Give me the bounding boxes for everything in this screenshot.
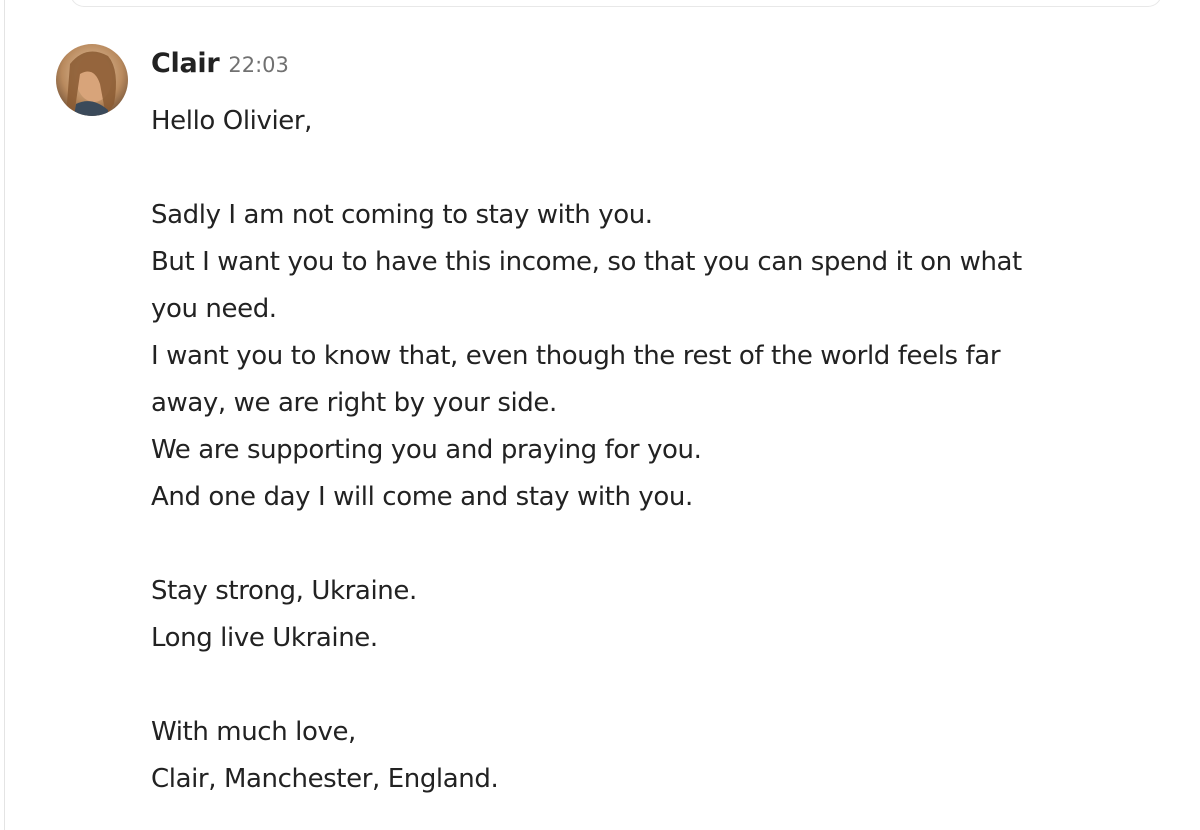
- message-timestamp: 22:03: [228, 53, 289, 77]
- sender-name[interactable]: Clair: [151, 48, 220, 79]
- message-line: We are supporting you and praying for yo…: [151, 435, 702, 465]
- message-line: Hello Olivier,: [151, 106, 313, 136]
- message-line: But I want you to have this income, so t…: [151, 247, 1022, 277]
- message-line: Long live Ukraine.: [151, 623, 378, 653]
- avatar-photo-icon: [56, 44, 128, 116]
- message-line: you need.: [151, 294, 277, 324]
- left-divider: [4, 0, 5, 830]
- message-line: And one day I will come and stay with yo…: [151, 482, 693, 512]
- message-line: [151, 145, 1151, 192]
- message-line: Stay strong, Ukraine.: [151, 576, 417, 606]
- previous-message-card: [70, 0, 1162, 7]
- message-content: Clair 22:03 Hello Olivier, Sadly I am no…: [151, 48, 1151, 803]
- avatar[interactable]: [56, 44, 128, 116]
- message-line: [151, 662, 1151, 709]
- message-body: Hello Olivier, Sadly I am not coming to …: [151, 98, 1151, 803]
- message-line: away, we are right by your side.: [151, 388, 557, 418]
- message-line: I want you to know that, even though the…: [151, 341, 1001, 371]
- message-line: [151, 521, 1151, 568]
- message-header: Clair 22:03: [151, 48, 1151, 88]
- message-line: Clair, Manchester, England.: [151, 764, 499, 794]
- message-line: With much love,: [151, 717, 356, 747]
- message-line: Sadly I am not coming to stay with you.: [151, 200, 653, 230]
